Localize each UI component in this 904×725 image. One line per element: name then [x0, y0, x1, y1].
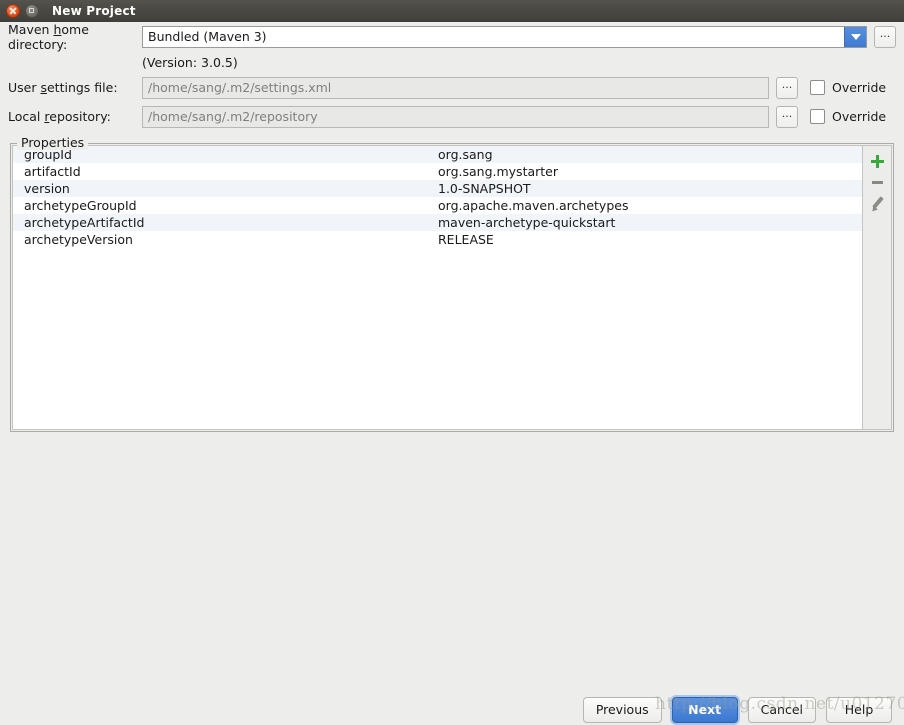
table-row[interactable]: version1.0-SNAPSHOT [13, 180, 862, 197]
window-title: New Project [52, 4, 136, 18]
maven-home-combobox[interactable]: Bundled (Maven 3) [142, 26, 867, 48]
property-value: maven-archetype-quickstart [438, 215, 862, 230]
local-repository-override-checkbox[interactable] [810, 109, 825, 124]
chevron-down-icon[interactable] [844, 27, 866, 47]
pencil-icon [871, 197, 884, 210]
local-repository-input[interactable]: /home/sang/.m2/repository [142, 106, 769, 128]
local-repository-row: Local repository: /home/sang/.m2/reposit… [0, 102, 904, 131]
maven-settings-form: Maven home directory: Bundled (Maven 3) … [0, 22, 904, 131]
user-settings-label: User settings file: [8, 80, 142, 95]
properties-frame: groupIdorg.sangartifactIdorg.sang.mystar… [10, 143, 894, 432]
properties-table[interactable]: groupIdorg.sangartifactIdorg.sang.mystar… [13, 146, 862, 429]
minus-icon [872, 181, 883, 184]
dialog-button-bar: Previous Next Cancel Help [0, 694, 904, 725]
table-row[interactable]: groupIdorg.sang [13, 146, 862, 163]
user-settings-override[interactable]: Override [810, 80, 896, 95]
table-row[interactable]: artifactIdorg.sang.mystarter [13, 163, 862, 180]
properties-inner: groupIdorg.sangartifactIdorg.sang.mystar… [12, 145, 892, 430]
edit-property-button[interactable] [865, 193, 889, 214]
previous-button[interactable]: Previous [583, 697, 662, 723]
property-key: artifactId [13, 164, 438, 179]
maven-version-note: (Version: 3.0.5) [142, 55, 238, 70]
property-value: org.sang [438, 147, 862, 162]
cancel-button[interactable]: Cancel [748, 697, 816, 723]
user-settings-input[interactable]: /home/sang/.m2/settings.xml [142, 77, 769, 99]
properties-legend: Properties [17, 135, 88, 150]
maven-home-value[interactable]: Bundled (Maven 3) [143, 27, 844, 47]
window-titlebar: New Project [0, 0, 904, 22]
table-row[interactable]: archetypeVersionRELEASE [13, 231, 862, 248]
maximize-icon[interactable] [25, 4, 39, 18]
user-settings-override-label: Override [832, 80, 886, 95]
local-repository-override-label: Override [832, 109, 886, 124]
remove-property-button[interactable] [865, 172, 889, 193]
table-row[interactable]: archetypeArtifactIdmaven-archetype-quick… [13, 214, 862, 231]
property-key: archetypeGroupId [13, 198, 438, 213]
close-icon[interactable] [6, 4, 20, 18]
maven-home-row: Maven home directory: Bundled (Maven 3) … [0, 22, 904, 51]
plus-icon [871, 155, 884, 168]
property-key: version [13, 181, 438, 196]
user-settings-override-checkbox[interactable] [810, 80, 825, 95]
local-repository-override[interactable]: Override [810, 109, 896, 124]
user-settings-browse-button[interactable]: ... [776, 77, 798, 99]
property-value: org.sang.mystarter [438, 164, 862, 179]
property-key: archetypeVersion [13, 232, 438, 247]
property-value: RELEASE [438, 232, 862, 247]
properties-toolbar [862, 146, 891, 429]
property-key: archetypeArtifactId [13, 215, 438, 230]
property-value: org.apache.maven.archetypes [438, 198, 862, 213]
maven-version-row: (Version: 3.0.5) [0, 51, 904, 73]
user-settings-row: User settings file: /home/sang/.m2/setti… [0, 73, 904, 102]
property-value: 1.0-SNAPSHOT [438, 181, 862, 196]
maven-home-label: Maven home directory: [8, 22, 142, 52]
maven-home-browse-button[interactable]: ... [874, 26, 896, 48]
next-button[interactable]: Next [672, 697, 738, 723]
local-repository-label: Local repository: [8, 109, 142, 124]
add-property-button[interactable] [865, 151, 889, 172]
local-repository-browse-button[interactable]: ... [776, 106, 798, 128]
help-button[interactable]: Help [826, 697, 892, 723]
properties-group: Properties groupIdorg.sangartifactIdorg.… [10, 136, 894, 432]
table-row[interactable]: archetypeGroupIdorg.apache.maven.archety… [13, 197, 862, 214]
